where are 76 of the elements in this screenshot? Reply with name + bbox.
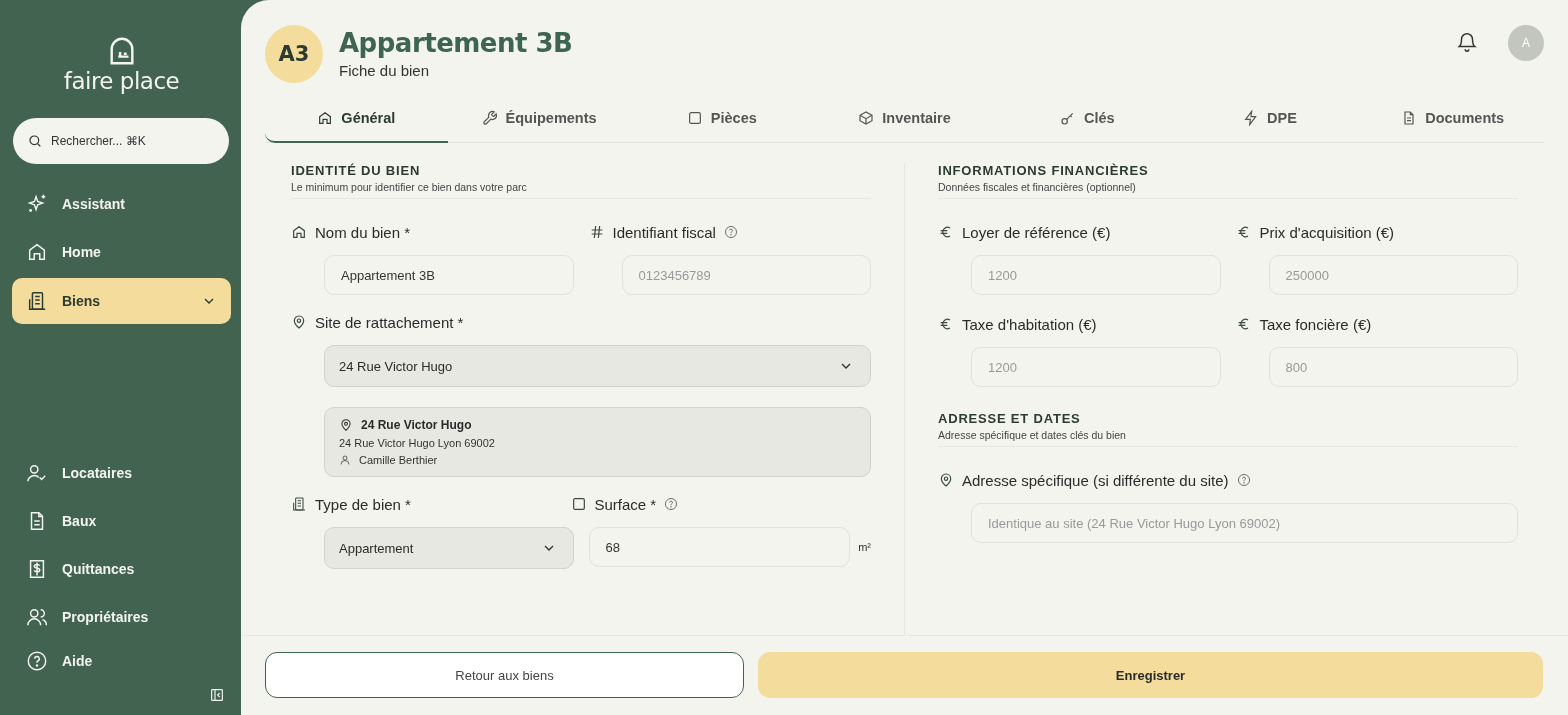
tab[interactable]: Clés: [995, 95, 1179, 143]
user-check-icon: [26, 462, 48, 484]
nav-item[interactable]: Assistant: [12, 182, 231, 226]
field-label: Taxe d'habitation (€): [962, 315, 1097, 333]
unit-label: m²: [858, 541, 871, 553]
field-label: Surface *: [594, 495, 657, 513]
section-subtitle: Le minimum pour identifier ce bien dans votre parc: [291, 181, 528, 193]
input-field[interactable]: 1200: [971, 255, 1221, 295]
cube-icon: [858, 110, 875, 126]
input-field[interactable]: 0123456789: [621, 255, 871, 295]
field-label: Identifiant fiscal: [612, 223, 716, 241]
input-field[interactable]: Appartement 3B: [324, 255, 574, 295]
nav-item[interactable]: Propriétaires: [12, 595, 231, 639]
field-label: Type de bien *: [315, 495, 411, 513]
field-label: Loyer de référence (€): [962, 223, 1111, 241]
section-title: ADRESSE ET DATES: [938, 411, 1082, 426]
tab[interactable]: Général: [265, 95, 448, 143]
square-icon: [686, 110, 703, 126]
site-address: 24 Rue Victor Hugo Lyon 69002: [339, 437, 496, 449]
tab[interactable]: Inventaire: [813, 95, 996, 143]
input-field[interactable]: 68: [588, 527, 851, 567]
home-icon: [26, 241, 48, 263]
section-title: IDENTITÉ DU BIEN: [291, 163, 422, 178]
site-select[interactable]: 24 Rue Victor Hugo: [324, 345, 871, 387]
nav-item[interactable]: Biens: [12, 278, 231, 324]
square-icon: [570, 496, 587, 512]
home-icon: [291, 224, 307, 240]
type-select[interactable]: Appartement: [324, 527, 574, 569]
location-pin-icon: [291, 314, 307, 330]
field-label: Site de rattachement *: [315, 313, 464, 331]
input-field[interactable]: 1200: [971, 347, 1221, 387]
help-icon: [26, 650, 48, 672]
tab[interactable]: Documents: [1361, 95, 1545, 143]
page-subtitle: Fiche du bien: [339, 62, 431, 79]
field-label: Nom du bien *: [315, 223, 411, 241]
search-field[interactable]: Rechercher... ⌘K: [13, 118, 229, 164]
tab[interactable]: Pièces: [630, 95, 814, 143]
nav-item[interactable]: Locataires: [12, 451, 231, 495]
brand-name: faire place: [63, 68, 180, 94]
save-button[interactable]: Enregistrer: [758, 652, 1543, 698]
site-name: 24 Rue Victor Hugo: [361, 418, 472, 432]
help-icon[interactable]: [723, 225, 738, 239]
help-icon[interactable]: [664, 497, 679, 511]
page-title: Appartement 3B: [339, 28, 573, 58]
field-label: Taxe foncière (€): [1259, 315, 1372, 333]
nav-item[interactable]: Home: [12, 230, 231, 274]
notification-bell-icon[interactable]: [1456, 31, 1478, 53]
location-pin-icon: [339, 418, 353, 432]
field-label: Adresse spécifique (si différente du site): [962, 471, 1229, 489]
building-icon: [26, 290, 48, 312]
back-button[interactable]: Retour aux biens: [265, 652, 744, 698]
field-label: Prix d'acquisition (€): [1259, 223, 1395, 241]
help-icon[interactable]: [1236, 473, 1251, 487]
bolt-icon: [1243, 110, 1260, 126]
input-field[interactable]: 800: [1268, 347, 1518, 387]
sidebar-collapse-icon[interactable]: [209, 687, 225, 703]
key-icon: [1059, 110, 1076, 126]
sparkle-icon: [26, 193, 48, 215]
tab[interactable]: Équipements: [447, 95, 631, 143]
tab[interactable]: DPE: [1178, 95, 1362, 143]
nav-item[interactable]: Quittances: [12, 547, 231, 591]
input-field[interactable]: Identique au site (24 Rue Victor Hugo Lyon 69002): [971, 503, 1518, 543]
building-icon: [291, 496, 307, 512]
location-pin-icon: [938, 472, 954, 488]
section-subtitle: Adresse spécifique et dates clés du bien: [938, 429, 1127, 441]
input-field[interactable]: 250000: [1268, 255, 1518, 295]
home-icon: [317, 110, 334, 126]
section-subtitle: Données fiscales et financières (optionnel): [938, 181, 1137, 193]
help-link[interactable]: Aide: [12, 639, 231, 683]
property-badge: A3: [265, 25, 323, 83]
section-title: INFORMATIONS FINANCIÈRES: [938, 163, 1150, 178]
site-contact: Camille Berthier: [359, 454, 438, 466]
person-icon: [339, 454, 351, 466]
users-icon: [26, 606, 48, 628]
nav-item[interactable]: Baux: [12, 499, 231, 543]
wrench-icon: [481, 110, 498, 126]
